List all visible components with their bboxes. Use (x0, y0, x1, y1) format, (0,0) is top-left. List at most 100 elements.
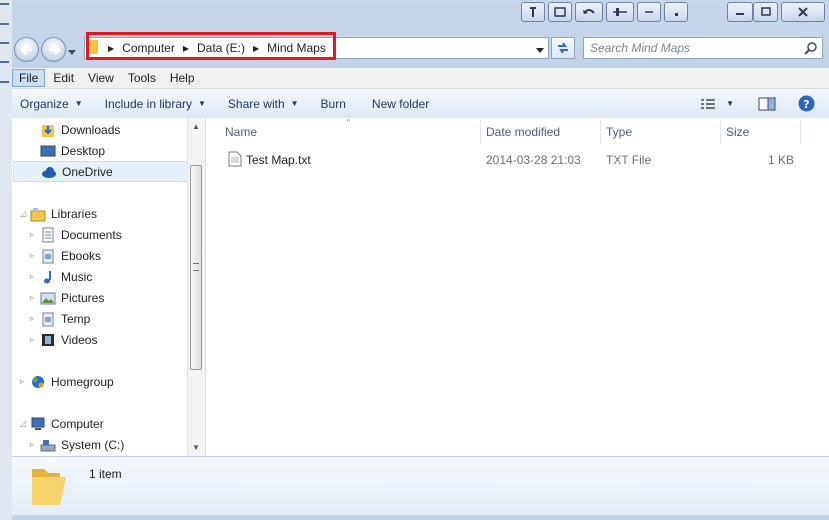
minimize-small-button[interactable] (637, 2, 661, 22)
expand-arrow-icon[interactable]: ▹ (30, 230, 38, 239)
nav-item-libraries[interactable]: ◿ Libraries (20, 203, 196, 224)
nav-item-temp[interactable]: ▹ Temp (30, 308, 205, 329)
minimize-button[interactable] (727, 2, 753, 22)
split-icon (613, 8, 627, 16)
column-divider[interactable] (800, 120, 801, 144)
preview-pane-button[interactable] (750, 97, 784, 111)
folder-large-icon (32, 469, 66, 505)
menu-tools[interactable]: Tools (122, 69, 162, 87)
menu-help[interactable]: Help (164, 69, 201, 87)
menu-view[interactable]: View (82, 69, 120, 87)
column-divider[interactable] (720, 120, 721, 144)
nav-item-label: Desktop (61, 143, 106, 158)
column-header-type[interactable]: Type (606, 125, 632, 139)
column-date-label: Date modified (486, 125, 561, 139)
file-type: TXT File (606, 153, 652, 167)
expand-arrow-icon[interactable]: ▹ (30, 293, 38, 302)
nav-item-documents[interactable]: ▹ Documents (30, 224, 205, 245)
table-row[interactable]: Test Map.txt 2014-03-28 21:03 TXT File 1… (224, 150, 804, 170)
preview-pane-icon (758, 97, 776, 110)
organize-button[interactable]: Organize ▼ (12, 97, 91, 111)
nav-item-system-drive[interactable]: ▹ System (C:) (30, 434, 205, 455)
burn-button[interactable]: Burn (313, 97, 354, 111)
chevron-down-icon (536, 48, 544, 53)
dot-button[interactable] (664, 2, 688, 22)
nav-item-desktop[interactable]: Desktop (40, 140, 205, 161)
column-divider[interactable] (600, 120, 601, 144)
nav-item-pictures[interactable]: ▹ Pictures (30, 287, 205, 308)
menu-help-label: Help (169, 71, 195, 85)
new-folder-button[interactable]: New folder (364, 97, 437, 111)
left-edge-strip (0, 0, 12, 520)
refresh-button[interactable] (551, 37, 575, 59)
forward-button[interactable] (41, 37, 66, 62)
burn-label: Burn (320, 96, 346, 111)
expand-arrow-icon[interactable]: ▹ (30, 335, 38, 344)
split-icon-button[interactable] (606, 2, 634, 22)
item-count: 1 item (89, 467, 122, 481)
chevron-down-icon: ▼ (74, 99, 83, 108)
expand-arrow-icon[interactable]: ▹ (30, 272, 38, 281)
help-button[interactable]: ? (790, 95, 823, 112)
scroll-down-arrow[interactable]: ▼ (192, 443, 200, 452)
include-in-library-button[interactable]: Include in library ▼ (97, 97, 214, 111)
search-placeholder: Search Mind Maps (590, 41, 691, 55)
expand-arrow-icon[interactable]: ▹ (30, 440, 38, 449)
search-input[interactable]: Search Mind Maps (583, 37, 823, 59)
menu-edit[interactable]: Edit (47, 69, 80, 87)
column-divider[interactable] (480, 120, 481, 144)
nav-item-onedrive[interactable]: OneDrive (13, 161, 188, 182)
nav-item-label: System (C:) (61, 437, 125, 452)
nav-item-downloads[interactable]: Downloads (40, 119, 205, 140)
svg-text:?: ? (803, 98, 809, 111)
libraries-icon (30, 206, 46, 222)
nav-item-label: Documents (61, 227, 122, 242)
close-button[interactable] (781, 2, 825, 22)
back-button[interactable] (14, 37, 39, 62)
expand-arrow-icon[interactable]: ◿ (20, 209, 28, 218)
share-with-label: Share with (227, 96, 285, 111)
expand-arrow-icon[interactable]: ◿ (20, 419, 28, 428)
ebooks-library-icon (40, 248, 56, 264)
column-type-label: Type (606, 125, 633, 139)
expand-arrow-icon[interactable]: ▹ (30, 251, 38, 260)
new-folder-label: New folder (371, 96, 430, 111)
nav-item-music[interactable]: ▹ Music (30, 266, 205, 287)
nav-item-label: Computer (51, 416, 104, 431)
nav-item-homegroup[interactable]: ▹ Homegroup (20, 371, 196, 392)
column-header-size[interactable]: Size (726, 125, 749, 139)
nav-item-ebooks[interactable]: ▹ Ebooks (30, 245, 205, 266)
window-icon-button[interactable] (548, 2, 572, 22)
share-with-button[interactable]: Share with ▼ (220, 97, 307, 111)
nav-item-computer[interactable]: ◿ Computer (20, 413, 196, 434)
drive-icon (40, 437, 56, 453)
undo-icon-button[interactable] (575, 2, 603, 22)
menu-view-label: View (88, 71, 114, 85)
organize-label: Organize (20, 96, 69, 111)
change-view-button[interactable]: ▼ (692, 98, 742, 110)
pin-icon-button[interactable] (521, 2, 545, 22)
pictures-icon (40, 290, 56, 306)
maximize-button[interactable] (753, 2, 778, 22)
nav-item-videos[interactable]: ▹ Videos (30, 329, 205, 350)
scroll-up-arrow[interactable]: ▲ (192, 122, 200, 131)
expand-arrow-icon[interactable]: ▹ (20, 377, 28, 386)
address-history-dropdown[interactable] (536, 43, 546, 53)
nav-item-label: Music (61, 269, 93, 284)
grip-icon (193, 263, 199, 271)
chevron-down-icon: ▼ (290, 99, 299, 108)
column-name-label: Name (225, 125, 258, 139)
back-arrow-icon (19, 44, 32, 55)
details-pane: 1 item (12, 456, 829, 515)
expand-arrow-icon[interactable]: ▹ (30, 314, 38, 323)
music-icon (40, 269, 56, 285)
column-header-name[interactable]: Name (225, 125, 257, 139)
menu-file[interactable]: File (12, 69, 46, 87)
wrench-icon (530, 7, 536, 17)
maximize-icon (760, 7, 771, 16)
scroll-thumb[interactable] (190, 165, 202, 370)
recent-pages-dropdown[interactable] (68, 45, 78, 55)
dash-icon (645, 11, 653, 13)
downloads-folder-icon (40, 122, 56, 138)
column-header-date-modified[interactable]: Date modified (486, 125, 560, 139)
